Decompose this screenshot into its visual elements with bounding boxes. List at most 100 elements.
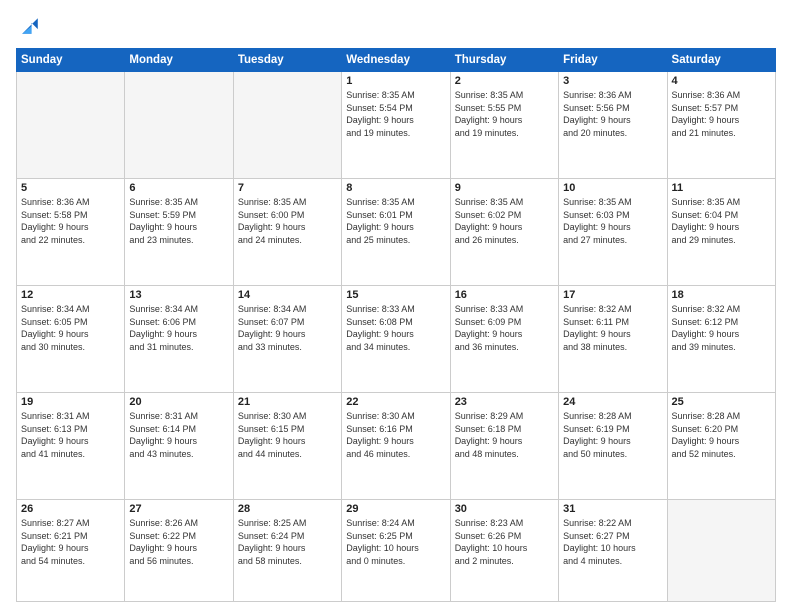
calendar-cell: 29 Sunrise: 8:24 AM Sunset: 6:25 PM Dayli…	[342, 500, 450, 602]
day-info: Sunrise: 8:35 AM Sunset: 6:02 PM Dayligh…	[455, 196, 554, 246]
day-number: 9	[455, 182, 554, 194]
day-info: Sunrise: 8:36 AM Sunset: 5:57 PM Dayligh…	[672, 89, 771, 139]
week-row-5: 26 Sunrise: 8:27 AM Sunset: 6:21 PM Dayli…	[17, 500, 776, 602]
logo	[16, 12, 48, 40]
day-info: Sunrise: 8:35 AM Sunset: 5:59 PM Dayligh…	[129, 196, 228, 246]
day-number: 28	[238, 503, 337, 515]
weekday-sunday: Sunday	[17, 49, 125, 72]
day-info: Sunrise: 8:35 AM Sunset: 6:04 PM Dayligh…	[672, 196, 771, 246]
day-number: 13	[129, 289, 228, 301]
calendar-cell	[125, 72, 233, 179]
day-number: 8	[346, 182, 445, 194]
day-number: 29	[346, 503, 445, 515]
day-info: Sunrise: 8:33 AM Sunset: 6:09 PM Dayligh…	[455, 303, 554, 353]
day-info: Sunrise: 8:36 AM Sunset: 5:58 PM Dayligh…	[21, 196, 120, 246]
calendar-cell: 9 Sunrise: 8:35 AM Sunset: 6:02 PM Daylig…	[450, 179, 558, 286]
calendar-cell: 28 Sunrise: 8:25 AM Sunset: 6:24 PM Dayli…	[233, 500, 341, 602]
day-number: 23	[455, 396, 554, 408]
calendar-cell: 13 Sunrise: 8:34 AM Sunset: 6:06 PM Dayli…	[125, 286, 233, 393]
day-number: 17	[563, 289, 662, 301]
calendar-cell: 12 Sunrise: 8:34 AM Sunset: 6:05 PM Dayli…	[17, 286, 125, 393]
calendar-cell: 2 Sunrise: 8:35 AM Sunset: 5:55 PM Daylig…	[450, 72, 558, 179]
day-number: 20	[129, 396, 228, 408]
day-info: Sunrise: 8:36 AM Sunset: 5:56 PM Dayligh…	[563, 89, 662, 139]
weekday-header-row: SundayMondayTuesdayWednesdayThursdayFrid…	[17, 49, 776, 72]
day-info: Sunrise: 8:28 AM Sunset: 6:20 PM Dayligh…	[672, 410, 771, 460]
weekday-friday: Friday	[559, 49, 667, 72]
calendar-cell	[233, 72, 341, 179]
calendar-cell: 5 Sunrise: 8:36 AM Sunset: 5:58 PM Daylig…	[17, 179, 125, 286]
calendar-cell: 23Sunrise: 8:29 AM Sunset: 6:18 PM Dayli…	[450, 393, 558, 500]
calendar-cell: 10Sunrise: 8:35 AM Sunset: 6:03 PM Dayli…	[559, 179, 667, 286]
day-number: 16	[455, 289, 554, 301]
day-number: 18	[672, 289, 771, 301]
calendar-cell: 21Sunrise: 8:30 AM Sunset: 6:15 PM Dayli…	[233, 393, 341, 500]
calendar-cell: 8 Sunrise: 8:35 AM Sunset: 6:01 PM Daylig…	[342, 179, 450, 286]
day-info: Sunrise: 8:35 AM Sunset: 5:55 PM Dayligh…	[455, 89, 554, 139]
day-info: Sunrise: 8:28 AM Sunset: 6:19 PM Dayligh…	[563, 410, 662, 460]
day-info: Sunrise: 8:35 AM Sunset: 6:01 PM Dayligh…	[346, 196, 445, 246]
day-number: 5	[21, 182, 120, 194]
calendar-cell: 15 Sunrise: 8:33 AM Sunset: 6:08 PM Dayli…	[342, 286, 450, 393]
day-number: 12	[21, 289, 120, 301]
calendar-cell: 1 Sunrise: 8:35 AM Sunset: 5:54 PM Daylig…	[342, 72, 450, 179]
calendar-cell: 25 Sunrise: 8:28 AM Sunset: 6:20 PM Dayli…	[667, 393, 775, 500]
day-number: 22	[346, 396, 445, 408]
calendar-cell	[667, 500, 775, 602]
calendar-page: SundayMondayTuesdayWednesdayThursdayFrid…	[0, 0, 792, 612]
calendar-cell: 19Sunrise: 8:31 AM Sunset: 6:13 PM Dayli…	[17, 393, 125, 500]
day-number: 31	[563, 503, 662, 515]
calendar-cell: 4 Sunrise: 8:36 AM Sunset: 5:57 PM Daylig…	[667, 72, 775, 179]
day-info: Sunrise: 8:34 AM Sunset: 6:06 PM Dayligh…	[129, 303, 228, 353]
calendar-cell	[17, 72, 125, 179]
weekday-thursday: Thursday	[450, 49, 558, 72]
day-number: 1	[346, 75, 445, 87]
calendar-cell: 17Sunrise: 8:32 AM Sunset: 6:11 PM Dayli…	[559, 286, 667, 393]
day-number: 2	[455, 75, 554, 87]
header	[16, 12, 776, 40]
day-info: Sunrise: 8:32 AM Sunset: 6:12 PM Dayligh…	[672, 303, 771, 353]
day-info: Sunrise: 8:33 AM Sunset: 6:08 PM Dayligh…	[346, 303, 445, 353]
day-info: Sunrise: 8:34 AM Sunset: 6:07 PM Dayligh…	[238, 303, 337, 353]
day-number: 15	[346, 289, 445, 301]
calendar-cell: 18 Sunrise: 8:32 AM Sunset: 6:12 PM Dayli…	[667, 286, 775, 393]
day-info: Sunrise: 8:27 AM Sunset: 6:21 PM Dayligh…	[21, 517, 120, 567]
day-info: Sunrise: 8:31 AM Sunset: 6:13 PM Dayligh…	[21, 410, 120, 460]
day-info: Sunrise: 8:26 AM Sunset: 6:22 PM Dayligh…	[129, 517, 228, 567]
day-number: 14	[238, 289, 337, 301]
calendar-table: SundayMondayTuesdayWednesdayThursdayFrid…	[16, 48, 776, 602]
day-info: Sunrise: 8:35 AM Sunset: 5:54 PM Dayligh…	[346, 89, 445, 139]
calendar-cell: 20 Sunrise: 8:31 AM Sunset: 6:14 PM Dayli…	[125, 393, 233, 500]
calendar-cell: 7 Sunrise: 8:35 AM Sunset: 6:00 PM Daylig…	[233, 179, 341, 286]
calendar-cell: 24 Sunrise: 8:28 AM Sunset: 6:19 PM Dayli…	[559, 393, 667, 500]
day-number: 30	[455, 503, 554, 515]
day-number: 26	[21, 503, 120, 515]
calendar-cell: 22 Sunrise: 8:30 AM Sunset: 6:16 PM Dayli…	[342, 393, 450, 500]
day-number: 4	[672, 75, 771, 87]
day-info: Sunrise: 8:25 AM Sunset: 6:24 PM Dayligh…	[238, 517, 337, 567]
calendar-cell: 6 Sunrise: 8:35 AM Sunset: 5:59 PM Daylig…	[125, 179, 233, 286]
day-number: 25	[672, 396, 771, 408]
calendar-cell: 30Sunrise: 8:23 AM Sunset: 6:26 PM Dayli…	[450, 500, 558, 602]
day-info: Sunrise: 8:30 AM Sunset: 6:15 PM Dayligh…	[238, 410, 337, 460]
day-info: Sunrise: 8:35 AM Sunset: 6:00 PM Dayligh…	[238, 196, 337, 246]
day-info: Sunrise: 8:30 AM Sunset: 6:16 PM Dayligh…	[346, 410, 445, 460]
week-row-1: 1 Sunrise: 8:35 AM Sunset: 5:54 PM Daylig…	[17, 72, 776, 179]
logo-icon	[16, 12, 44, 40]
weekday-saturday: Saturday	[667, 49, 775, 72]
calendar-cell: 14 Sunrise: 8:34 AM Sunset: 6:07 PM Dayli…	[233, 286, 341, 393]
calendar-cell: 26 Sunrise: 8:27 AM Sunset: 6:21 PM Dayli…	[17, 500, 125, 602]
day-number: 7	[238, 182, 337, 194]
day-info: Sunrise: 8:31 AM Sunset: 6:14 PM Dayligh…	[129, 410, 228, 460]
week-row-3: 12 Sunrise: 8:34 AM Sunset: 6:05 PM Dayli…	[17, 286, 776, 393]
day-info: Sunrise: 8:22 AM Sunset: 6:27 PM Dayligh…	[563, 517, 662, 567]
day-number: 24	[563, 396, 662, 408]
calendar-cell: 31 Sunrise: 8:22 AM Sunset: 6:27 PM Dayli…	[559, 500, 667, 602]
day-number: 3	[563, 75, 662, 87]
day-info: Sunrise: 8:24 AM Sunset: 6:25 PM Dayligh…	[346, 517, 445, 567]
day-info: Sunrise: 8:34 AM Sunset: 6:05 PM Dayligh…	[21, 303, 120, 353]
weekday-tuesday: Tuesday	[233, 49, 341, 72]
day-info: Sunrise: 8:35 AM Sunset: 6:03 PM Dayligh…	[563, 196, 662, 246]
calendar-cell: 16 Sunrise: 8:33 AM Sunset: 6:09 PM Dayli…	[450, 286, 558, 393]
day-number: 6	[129, 182, 228, 194]
